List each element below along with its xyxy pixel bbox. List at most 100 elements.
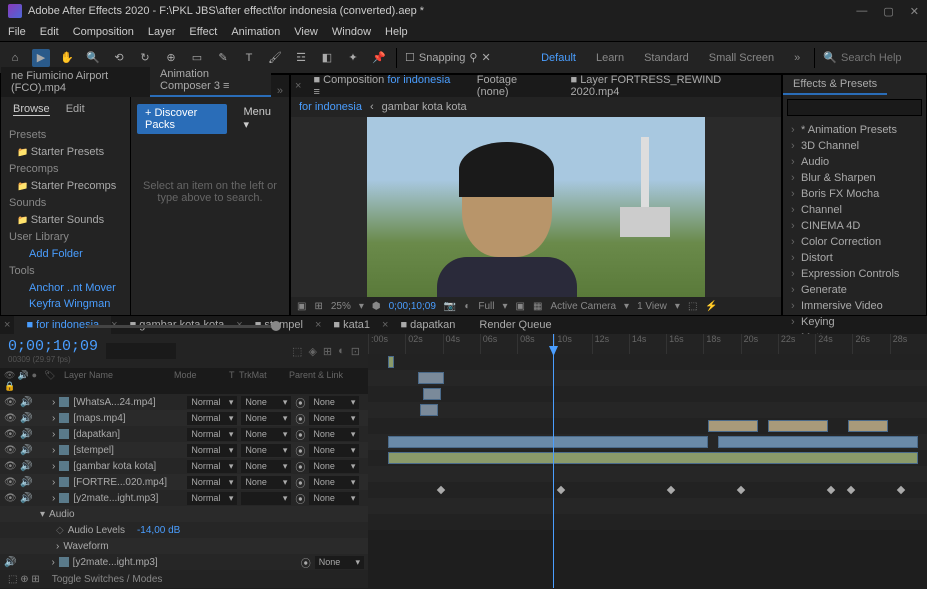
workspace-more[interactable]: » [788,50,806,66]
rect-tool[interactable]: ▭ [188,49,206,67]
layer-row[interactable]: 👁🔊›[FORTRE...020.mp4]Normal▾None▾⦿None▾ [0,474,368,490]
ac-menu-button[interactable]: Menu ▾ [235,103,283,134]
view-dropdown[interactable]: 1 View [637,301,667,312]
workspace-default[interactable]: Default [535,50,582,66]
layer-search[interactable] [106,343,176,359]
tl-tab-4[interactable]: ■ dapatkan [388,316,467,334]
footage-tab[interactable]: Footage (none) [469,72,559,100]
tree-keyframe-wingman[interactable]: Keyfra Wingman [9,296,122,312]
maximize-button[interactable]: ▢ [883,5,893,18]
tl-icon-2[interactable]: ◈ [308,345,316,358]
fx-item[interactable]: Expression Controls [787,266,922,282]
panel-close-icon[interactable]: » [271,85,289,97]
breadcrumb-comp[interactable]: for indonesia [299,101,362,113]
composition-viewer[interactable] [291,117,781,297]
audio-levels-value[interactable]: -14,00 dB [137,525,180,536]
tree-starter-sounds[interactable]: Starter Sounds [9,212,122,228]
timeline-track[interactable] [368,370,927,386]
eraser-tool[interactable]: ◧ [318,49,336,67]
menu-file[interactable]: File [8,26,26,38]
fx-item[interactable]: Immersive Video [787,298,922,314]
timeline-track[interactable] [368,482,927,498]
timeline-track[interactable] [368,466,927,482]
brush-tool[interactable]: 🖌 [266,49,284,67]
tl-icon-1[interactable]: ⬚ [292,345,302,358]
tree-sounds[interactable]: Sounds [9,194,122,212]
zoom-tool[interactable]: 🔍 [84,49,102,67]
discover-packs-button[interactable]: + Discover Packs [137,104,227,134]
layer-row[interactable]: 👁🔊›[WhatsA...24.mp4]Normal▾None▾⦿None▾ [0,394,368,410]
fx-item[interactable]: Color Correction [787,234,922,250]
zoom-dropdown[interactable]: 25% [331,301,351,312]
fx-item[interactable]: Audio [787,154,922,170]
fx-item[interactable]: Keying [787,314,922,330]
layer-row[interactable]: 👁🔊›[gambar kota kota]Normal▾None▾⦿None▾ [0,458,368,474]
fx-item[interactable]: CINEMA 4D [787,218,922,234]
tree-anchor-mover[interactable]: Anchor ..nt Mover [9,280,122,296]
time-ruler[interactable]: :00s02s04s06s08s10s12s14s16s18s20s22s24s… [368,334,927,354]
timecode-display[interactable]: 0;00;10;09 [8,338,98,355]
channel-icon[interactable]: ⬢ [372,301,381,312]
pen-tool[interactable]: ✎ [214,49,232,67]
layer-row[interactable]: 👁🔊›[dapatkan]Normal▾None▾⦿None▾ [0,426,368,442]
minimize-button[interactable]: — [856,5,867,18]
fx-item[interactable]: Blur & Sharpen [787,170,922,186]
roto-tool[interactable]: ✦ [344,49,362,67]
project-tab[interactable]: ne Fiumicino Airport (FCO).mp4 [1,67,150,97]
hand-tool[interactable]: ✋ [58,49,76,67]
menu-window[interactable]: Window [332,26,371,38]
resolution-dropdown[interactable]: Full [478,301,494,312]
animation-composer-tab[interactable]: Animation Composer 3 ≡ [150,65,271,97]
extra-parent[interactable]: None▾ [315,556,364,569]
home-icon[interactable]: ⌂ [6,49,24,67]
composition-tab[interactable]: ■ Composition for indonesia ≡ [305,72,464,100]
timeline-track[interactable] [368,450,927,466]
roi-icon[interactable]: ▣ [516,301,525,312]
3d-icon[interactable]: ⬚ [688,301,697,312]
tree-starter-presets[interactable]: Starter Presets [9,144,122,160]
audio-group[interactable]: Audio [49,509,75,520]
playhead[interactable] [553,334,554,588]
layer-row[interactable]: 👁🔊›[y2mate...ight.mp3]Normal▾▾⦿None▾ [0,490,368,506]
snapshot-icon[interactable]: 📷 [444,301,456,312]
viewer-timecode[interactable]: 0;00;10;09 [389,301,436,312]
edit-tab[interactable]: Edit [66,103,85,116]
grid-icon[interactable]: ⊞ [314,301,322,312]
close-button[interactable]: ✕ [910,5,919,18]
layer-tab[interactable]: ■ Layer FORTRESS_REWIND 2020.mp4 [562,72,777,100]
waveform-label[interactable]: Waveform [63,541,108,552]
timeline-track[interactable] [368,434,927,450]
menu-help[interactable]: Help [385,26,408,38]
timeline-track[interactable] [368,386,927,402]
orbit-tool[interactable]: ⟲ [110,49,128,67]
tree-precomps[interactable]: Precomps [9,160,122,178]
shy-toggle[interactable]: ⬚ ⊕ ⊞ [8,574,40,585]
camera-dropdown[interactable]: Active Camera [550,301,616,312]
mask-icon[interactable]: ▣ [297,301,306,312]
fx-item[interactable]: 3D Channel [787,138,922,154]
timeline-track[interactable] [368,418,927,434]
exposure-icon[interactable]: ◐ [464,301,470,312]
menu-view[interactable]: View [294,26,318,38]
menu-composition[interactable]: Composition [73,26,134,38]
fx-item[interactable]: Distort [787,250,922,266]
tl-icon-5[interactable]: ⊡ [351,345,360,358]
tree-tools[interactable]: Tools [9,262,122,280]
clone-tool[interactable]: ☲ [292,49,310,67]
effects-search[interactable] [787,99,922,116]
menu-effect[interactable]: Effect [189,26,217,38]
fast-preview-icon[interactable]: ⚡ [705,301,717,312]
selection-tool[interactable]: ▶ [32,49,50,67]
tree-presets[interactable]: Presets [9,126,122,144]
workspace-standard[interactable]: Standard [638,50,695,66]
tree-starter-precomps[interactable]: Starter Precomps [9,178,122,194]
effects-presets-tab[interactable]: Effects & Presets [783,75,887,95]
fx-item[interactable]: Generate [787,282,922,298]
layer-row[interactable]: 👁🔊›[maps.mp4]Normal▾None▾⦿None▾ [0,410,368,426]
toggle-switches[interactable]: Toggle Switches / Modes [52,574,163,585]
layer-row[interactable]: 👁🔊›[stempel]Normal▾None▾⦿None▾ [0,442,368,458]
tree-user-library[interactable]: User Library [9,228,122,246]
timeline-track[interactable] [368,498,927,514]
anchor-tool[interactable]: ⊕ [162,49,180,67]
fx-item[interactable]: Channel [787,202,922,218]
